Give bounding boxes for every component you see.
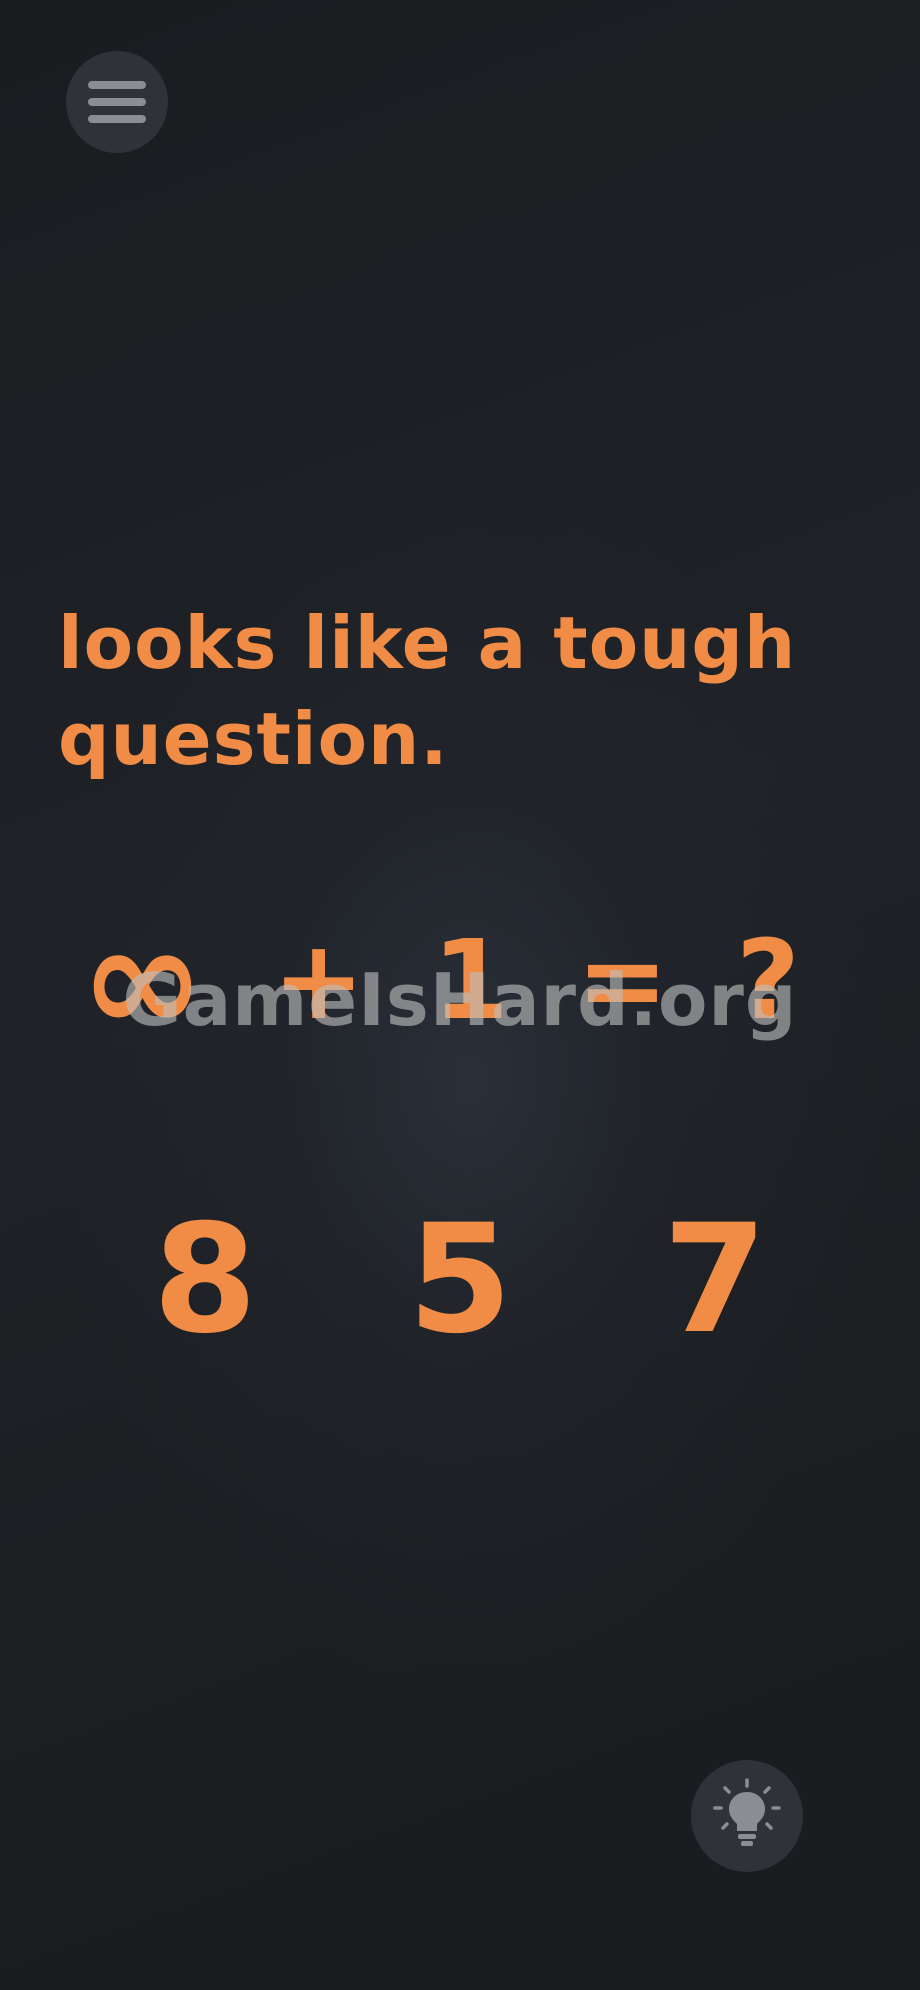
- hint-button[interactable]: [691, 1760, 803, 1872]
- question-line-2: question.: [58, 697, 449, 781]
- hamburger-menu-icon: [88, 79, 146, 125]
- lightbulb-icon: [709, 1776, 785, 1856]
- equation-infinity[interactable]: ∞: [80, 900, 205, 1060]
- question-line-1: looks like a tough: [58, 601, 797, 685]
- answer-options: 8 5 7: [140, 1200, 780, 1360]
- answer-option-2[interactable]: 5: [395, 1200, 525, 1360]
- equation-one[interactable]: 1: [432, 900, 509, 1060]
- equation-plus[interactable]: +: [273, 900, 365, 1060]
- question-text: looks like a tough question.: [58, 595, 858, 787]
- equation: ∞ + 1 = ?: [80, 900, 800, 1060]
- equation-question-mark[interactable]: ?: [736, 900, 800, 1060]
- answer-option-3[interactable]: 7: [650, 1200, 780, 1360]
- menu-button[interactable]: [66, 51, 168, 153]
- equation-equals[interactable]: =: [576, 900, 668, 1060]
- answer-option-1[interactable]: 8: [140, 1200, 270, 1360]
